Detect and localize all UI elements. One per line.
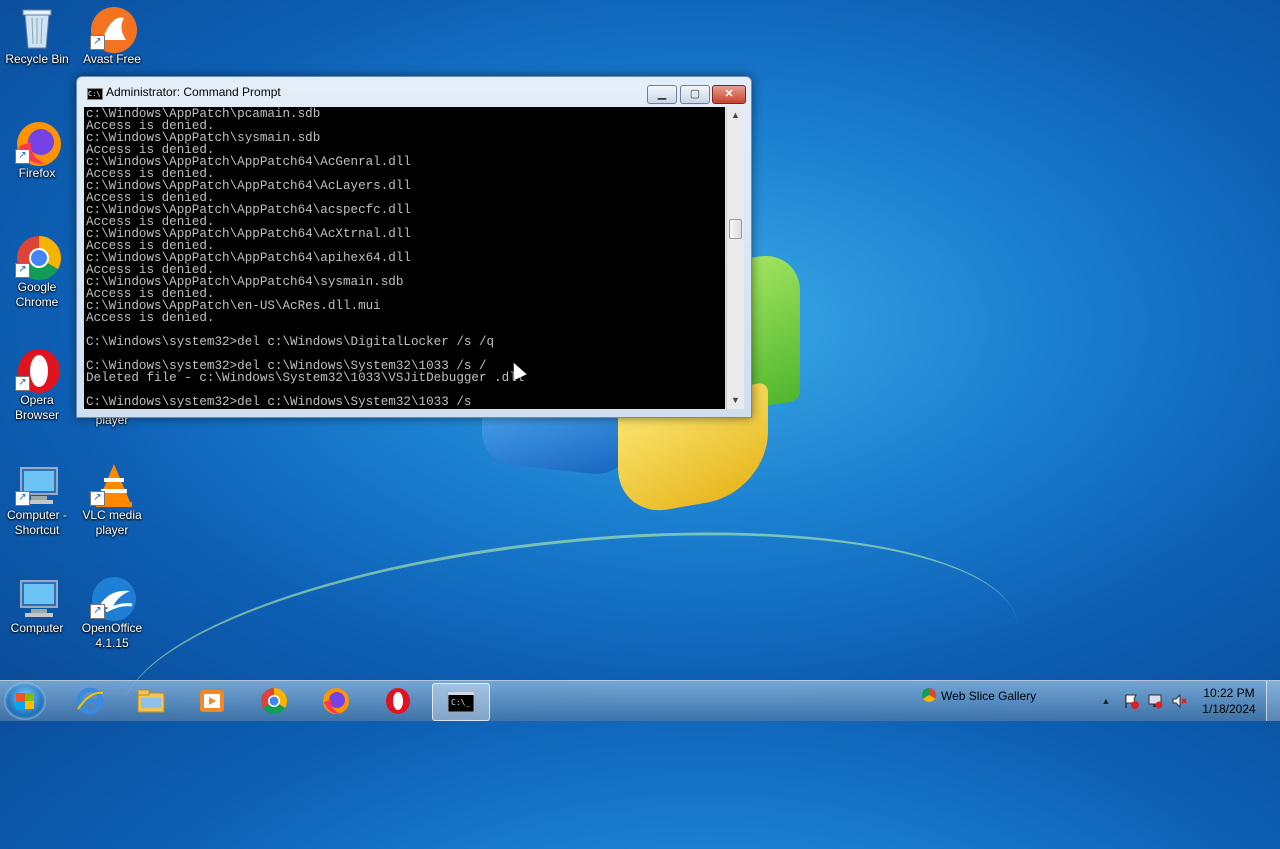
shortcut-arrow-icon: ↗	[90, 604, 105, 619]
avast-icon: ↗	[90, 6, 137, 53]
chrome-icon	[260, 687, 288, 715]
scroll-down-icon[interactable]: ▼	[727, 392, 744, 409]
window-title: Administrator: Command Prompt	[106, 85, 281, 99]
taskbar-command-prompt[interactable]: C:\_	[432, 683, 490, 721]
shortcut-arrow-icon: ↗	[15, 149, 30, 164]
desktop-icon-label: OpenOffice 4.1.15	[81, 621, 143, 650]
web-slice-gallery-label: Web Slice Gallery	[941, 689, 1037, 703]
vlc-icon: ↗	[90, 462, 134, 507]
clock-date: 1/18/2024	[1202, 702, 1256, 716]
opera-icon: ↗	[15, 347, 60, 393]
shortcut-arrow-icon: ↗	[90, 35, 105, 50]
taskbar-chrome[interactable]	[246, 683, 302, 719]
system-clock[interactable]: 10:22 PM 1/18/2024	[1196, 685, 1262, 717]
show-desktop-button[interactable]	[1266, 681, 1280, 721]
scroll-up-icon[interactable]: ▲	[727, 107, 744, 124]
chrome-icon	[922, 688, 936, 702]
recycle-bin-icon	[15, 6, 59, 50]
taskbar: C:\_ Web Slice Gallery ▲ 10:22 PM 1/18/2…	[0, 680, 1280, 721]
computer-icon: ↗	[15, 462, 59, 506]
internet-explorer-icon	[76, 687, 104, 715]
cmd-icon: C:\_	[447, 688, 475, 716]
taskbar-firefox[interactable]	[308, 683, 364, 719]
taskbar-media-player[interactable]	[184, 683, 240, 719]
desktop-icon-label: Firefox	[18, 166, 56, 180]
wallpaper-swoosh	[108, 493, 1032, 849]
desktop-icon-label: Avast Free	[83, 52, 141, 66]
chrome-icon: ↗	[15, 234, 61, 280]
desktop-icon-opera[interactable]: ↗ Opera Browser	[0, 347, 74, 423]
desktop-icon-openoffice[interactable]: ↗ OpenOffice 4.1.15	[75, 575, 149, 651]
desktop-icon-vlc[interactable]: ↗ VLC media player	[75, 462, 149, 538]
network-icon[interactable]	[1147, 693, 1163, 709]
close-button[interactable]: ✕	[712, 85, 746, 104]
vertical-scrollbar[interactable]: ▲ ▼	[726, 107, 744, 409]
desktop-icon-computer[interactable]: Computer	[0, 575, 74, 636]
desktop-icon-label: Computer - Shortcut	[6, 508, 68, 537]
firefox-icon	[322, 687, 350, 715]
taskbar-opera[interactable]	[370, 683, 426, 719]
volume-muted-icon[interactable]	[1171, 693, 1187, 709]
desktop-icon-label: Computer	[10, 621, 64, 635]
console-area[interactable]: c:\Windows\AppPatch\pcamain.sdb Access i…	[84, 107, 725, 409]
folder-icon	[137, 687, 165, 715]
web-slice-gallery-link[interactable]: Web Slice Gallery	[922, 688, 1036, 703]
desktop-icon-computer-shortcut[interactable]: ↗ Computer - Shortcut	[0, 462, 74, 538]
cmd-icon: C:\	[87, 88, 103, 100]
desktop-icon-label: Opera Browser	[14, 393, 59, 422]
taskbar-file-explorer[interactable]	[123, 683, 179, 719]
openoffice-icon: ↗	[90, 575, 136, 621]
clock-time: 10:22 PM	[1203, 686, 1255, 700]
opera-icon	[384, 687, 412, 715]
media-player-icon	[198, 687, 226, 715]
show-hidden-icons-button[interactable]: ▲	[1098, 693, 1114, 709]
desktop-icon-firefox[interactable]: ↗ Firefox	[0, 120, 74, 181]
title-bar[interactable]: C:\ Administrator: Command Prompt ▁ ▢ ✕	[77, 77, 751, 107]
start-button[interactable]	[4, 682, 46, 720]
shortcut-arrow-icon: ↗	[90, 491, 105, 506]
desktop-icon-label: Recycle Bin	[5, 52, 69, 66]
command-prompt-window[interactable]: C:\ Administrator: Command Prompt ▁ ▢ ✕ …	[76, 76, 752, 418]
shortcut-arrow-icon: ↗	[15, 491, 30, 506]
svg-text:C:\_: C:\_	[451, 698, 470, 707]
firefox-icon: ↗	[15, 120, 61, 166]
maximize-button[interactable]: ▢	[680, 85, 710, 104]
desktop-icon-recycle-bin[interactable]: Recycle Bin	[0, 6, 74, 67]
shortcut-arrow-icon: ↗	[15, 376, 30, 391]
scroll-thumb[interactable]	[729, 219, 742, 239]
computer-icon	[15, 575, 59, 619]
shortcut-arrow-icon: ↗	[15, 263, 30, 278]
desktop-icon-label: Google Chrome	[15, 280, 59, 309]
taskbar-internet-explorer[interactable]	[62, 683, 118, 719]
minimize-button[interactable]: ▁	[647, 85, 677, 104]
console-output: c:\Windows\AppPatch\pcamain.sdb Access i…	[86, 107, 525, 409]
desktop-icon-avast[interactable]: ↗ Avast Free	[75, 6, 149, 67]
desktop-icon-chrome[interactable]: ↗ Google Chrome	[0, 234, 74, 310]
action-center-flag-icon[interactable]	[1123, 693, 1139, 709]
desktop-icon-label: VLC media player	[82, 508, 142, 537]
